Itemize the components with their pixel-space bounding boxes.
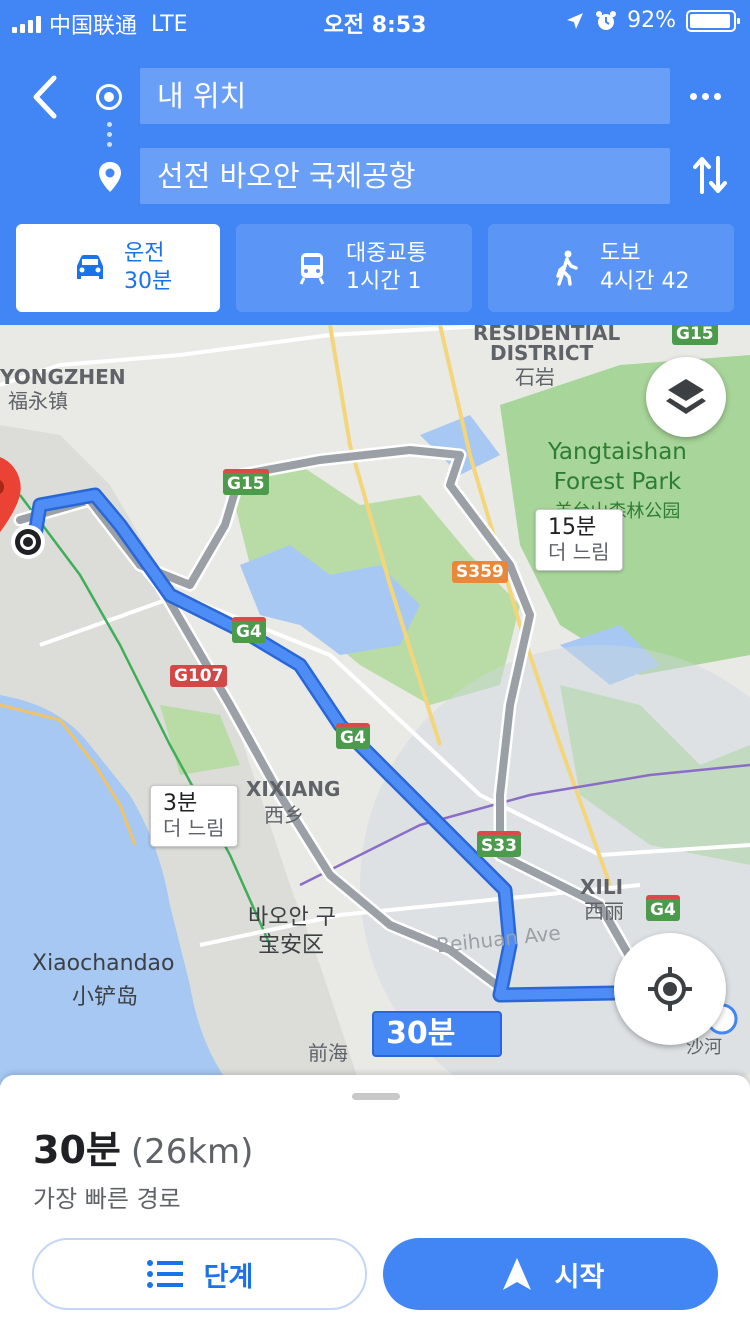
main-route-callout[interactable]: 30분	[372, 1011, 502, 1057]
more-options-icon[interactable]	[690, 84, 730, 108]
alt-route-1-time: 15분	[548, 515, 597, 540]
steps-button[interactable]: 단계	[32, 1238, 367, 1310]
highway-shield-s359: S359	[452, 561, 508, 583]
mode-driving[interactable]: 운전 30분	[16, 224, 220, 312]
origin-input[interactable]: 내 위치	[140, 68, 670, 124]
origin-marker-icon	[96, 84, 122, 110]
map-label-park-line1: Yangtaishan	[548, 439, 687, 465]
mode-walking[interactable]: 도보 4시간 42	[488, 224, 734, 312]
directions-header: 中国联通 LTE 오전 8:53 92% 내 위치 선전 바오안 국제공항 운전	[0, 0, 750, 325]
map-label-park-line2: Forest Park	[553, 469, 682, 495]
map-label-xiaochandao-cn: 小铲岛	[72, 985, 139, 1010]
route-summary-sheet[interactable]: 30분 (26km) 가장 빠른 경로 단계 시작	[0, 1075, 750, 1334]
alt-route-2-note: 더 느림	[163, 816, 225, 840]
status-bar: 中国联通 LTE 오전 8:53 92%	[0, 0, 750, 40]
map-label-xiaochandao: Xiaochandao	[32, 951, 175, 976]
mode-walking-time: 4시간 42	[600, 269, 690, 294]
highway-shield-g4: G4	[232, 617, 266, 643]
start-label: 시작	[554, 1261, 605, 1293]
highway-shield-g4: G4	[646, 895, 680, 921]
layers-icon	[666, 379, 706, 414]
mode-transit[interactable]: 대중교통 1시간 1	[236, 224, 472, 312]
alt-route-callout-1[interactable]: 15분 더 느림	[535, 509, 623, 571]
highway-shield-g15: G15	[672, 325, 718, 345]
steps-label: 단계	[203, 1261, 254, 1293]
highway-shield-g4: G4	[336, 723, 370, 749]
list-icon	[146, 1260, 183, 1288]
map-label-baoan-cn: 宝安区	[258, 933, 325, 958]
route-duration: 30분	[33, 1128, 121, 1172]
walk-icon	[556, 250, 578, 286]
main-route-time: 30분	[386, 1016, 456, 1051]
route-subtitle: 가장 빠른 경로	[33, 1185, 181, 1213]
route-distance: (26km)	[130, 1132, 254, 1172]
alt-route-1-note: 더 느림	[548, 540, 610, 564]
navigation-arrow-icon	[502, 1258, 531, 1290]
location-arrow-icon	[567, 12, 584, 29]
alt-route-callout-2[interactable]: 3분 더 느림	[150, 785, 238, 847]
car-icon	[77, 255, 103, 279]
map-label-xili-cn: 西丽	[584, 899, 624, 923]
mode-transit-time: 1시간 1	[346, 269, 422, 294]
map-label-shiyan: 石岩	[515, 365, 555, 389]
battery-percent: 92%	[627, 8, 676, 33]
map-label-qianhai: 前海	[308, 1041, 348, 1065]
crosshair-icon	[648, 967, 692, 1011]
destination-input[interactable]: 선전 바오안 국제공항	[140, 148, 670, 204]
map-view[interactable]: RESIDENTIAL DISTRICT 石岩 YONGZHEN 福永镇 Yan…	[0, 325, 750, 1085]
sheet-drag-handle[interactable]	[352, 1093, 400, 1100]
route-connector-dots	[107, 122, 112, 152]
highway-shield-g15: G15	[223, 469, 269, 495]
mode-transit-label: 대중교통	[346, 241, 427, 266]
map-label-xixiang: XIXIANG	[246, 777, 341, 801]
bus-icon	[299, 253, 325, 285]
map-label-xixiang-cn: 西乡	[264, 803, 304, 827]
highway-shield-g107: G107	[170, 665, 228, 687]
layers-button[interactable]	[646, 357, 726, 437]
mode-walking-label: 도보	[600, 241, 641, 266]
alarm-icon	[596, 10, 617, 30]
mode-driving-label: 운전	[124, 241, 165, 266]
back-icon[interactable]	[26, 72, 66, 122]
battery-icon	[686, 9, 740, 32]
start-navigation-button[interactable]: 시작	[383, 1238, 718, 1310]
map-label-fuyongzhen: 福永镇	[8, 389, 68, 413]
swap-icon[interactable]	[690, 152, 730, 198]
route-summary: 30분 (26km)	[33, 1119, 253, 1174]
destination-pin-icon	[99, 162, 121, 192]
my-location-button[interactable]	[614, 933, 726, 1045]
highway-shield-s33: S33	[477, 831, 521, 857]
mode-driving-time: 30분	[124, 269, 173, 294]
alt-route-2-time: 3분	[163, 791, 198, 816]
